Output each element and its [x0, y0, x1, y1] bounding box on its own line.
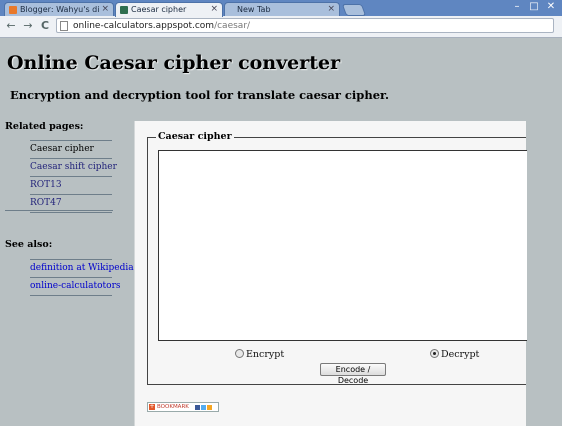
tab-strip: Blogger: Wahyu's diary - I × Caesar ciph…	[0, 0, 562, 17]
sidebar-item-wikipedia-link[interactable]: definition at Wikipedia	[30, 260, 134, 278]
address-bar[interactable]: online-calculators.appspot.com/caesar/	[56, 18, 554, 33]
see-also-heading: See also:	[5, 239, 53, 250]
window-close-icon[interactable]: ✕	[544, 1, 558, 12]
blogger-favicon-icon	[9, 6, 17, 14]
cipher-text-input[interactable]	[158, 150, 527, 341]
converter-panel: Caesar cipher Encrypt Decrypt Encode / D…	[134, 121, 527, 426]
decrypt-label: Decrypt	[441, 349, 480, 360]
reload-icon[interactable]: C	[38, 19, 52, 33]
minimize-icon[interactable]: –	[510, 1, 524, 12]
related-pages-list: Caesar cipher Caesar shift cipher ROT13 …	[30, 140, 117, 213]
tab-blogger[interactable]: Blogger: Wahyu's diary - I ×	[4, 2, 114, 16]
bookmark-label: BOOKMARK	[157, 404, 189, 410]
url-text: online-calculators.appspot.com/caesar/	[73, 21, 251, 31]
sidebar-divider	[5, 210, 113, 211]
bookmark-button[interactable]: + BOOKMARK	[147, 402, 219, 412]
close-icon[interactable]: ×	[327, 4, 335, 14]
twitter-icon	[201, 405, 206, 410]
page-favicon-icon	[120, 6, 128, 14]
sidebar-item-caesar-cipher[interactable]: Caesar cipher	[30, 141, 112, 159]
close-icon[interactable]: ×	[101, 4, 109, 14]
related-pages-heading: Related pages:	[5, 121, 84, 132]
back-arrow-icon[interactable]: ←	[4, 19, 18, 33]
encrypt-label: Encrypt	[246, 349, 285, 360]
tab-title: Caesar cipher	[131, 5, 187, 14]
encrypt-radio[interactable]	[235, 349, 244, 358]
see-also-list: definition at Wikipedia online-calculato…	[30, 259, 134, 296]
caesar-cipher-fieldset: Caesar cipher Encrypt Decrypt Encode / D…	[147, 131, 527, 385]
facebook-icon	[195, 405, 200, 410]
page-icon	[60, 21, 68, 31]
new-tab-button[interactable]	[341, 4, 367, 16]
fieldset-legend: Caesar cipher	[156, 131, 234, 142]
tab-title: New Tab	[237, 5, 271, 14]
decrypt-radio[interactable]	[430, 349, 439, 358]
maximize-icon[interactable]: □	[527, 1, 541, 12]
browser-toolbar: ← → C online-calculators.appspot.com/cae…	[0, 16, 562, 38]
sidebar-item-caesar-shift-cipher[interactable]: Caesar shift cipher	[30, 159, 117, 177]
share-icon	[207, 405, 212, 410]
encode-decode-button[interactable]: Encode / Decode	[320, 363, 386, 385]
encrypt-option[interactable]: Encrypt	[235, 349, 284, 360]
forward-arrow-icon[interactable]: →	[21, 19, 35, 33]
decrypt-option[interactable]: Decrypt	[430, 349, 479, 360]
close-icon[interactable]: ×	[210, 4, 218, 14]
tab-new-tab[interactable]: New Tab ×	[224, 2, 340, 16]
sidebar-item-rot13[interactable]: ROT13	[30, 177, 112, 195]
tab-title: Blogger: Wahyu's diary - I	[20, 5, 99, 14]
tab-caesar-cipher[interactable]: Caesar cipher ×	[115, 2, 223, 17]
sidebar-item-online-calculators-link[interactable]: online-calculatotors	[30, 278, 121, 296]
plus-icon: +	[149, 403, 155, 410]
page-subtitle: Encryption and decryption tool for trans…	[10, 88, 390, 102]
page-title: Online Caesar cipher converter	[7, 52, 341, 74]
